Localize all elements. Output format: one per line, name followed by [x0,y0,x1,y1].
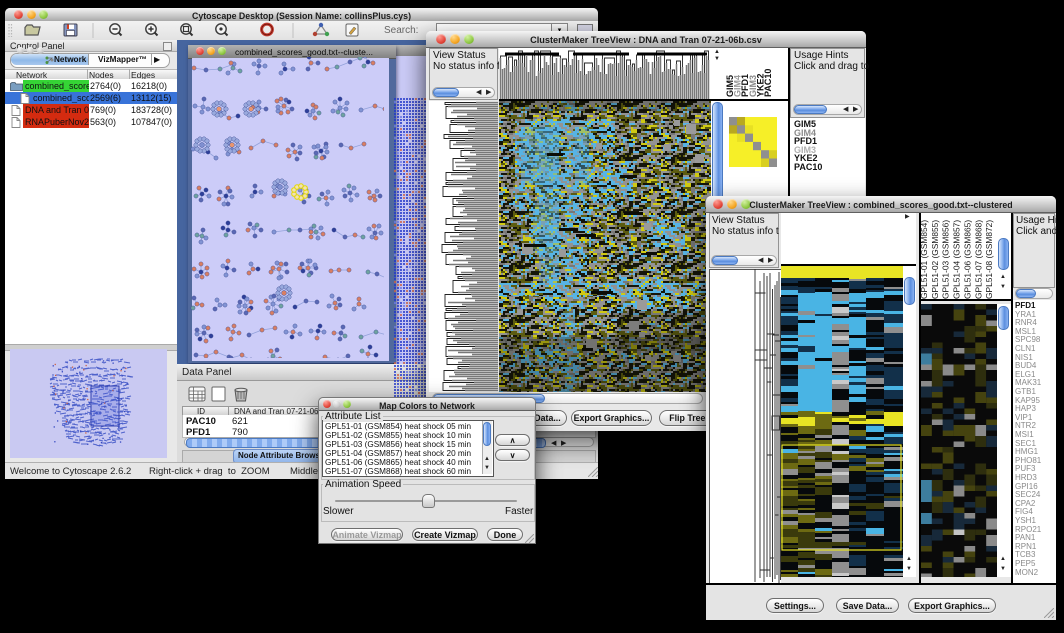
svg-text:GPL51-02 (GSM855): GPL51-02 (GSM855) [930,220,940,299]
svg-text:GPL51-06 (GSM865): GPL51-06 (GSM865) [962,220,972,299]
svg-text:GPL51-03 (GSM856): GPL51-03 (GSM856) [941,220,951,299]
svg-text:GPL51-04 (GSM857): GPL51-04 (GSM857) [952,220,962,299]
svg-text:GPL51-07 (GSM868): GPL51-07 (GSM868) [973,220,983,299]
svg-text:GPL51-01 (GSM854): GPL51-01 (GSM854) [921,220,929,299]
svg-text:PAC10: PAC10 [763,69,773,97]
svg-text:GPL51-08 (GSM872): GPL51-08 (GSM872) [984,220,994,299]
